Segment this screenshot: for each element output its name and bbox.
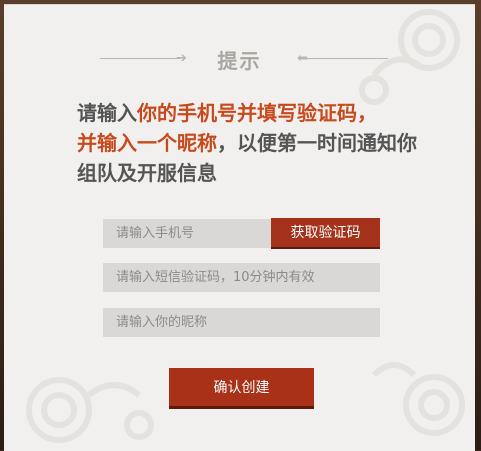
phone-input[interactable]: 请输入手机号 <box>103 219 271 248</box>
message-highlight: 并输入一个昵称 <box>77 131 217 155</box>
sms-code-input[interactable]: 请输入短信验证码，10分钟内有效 <box>103 263 380 292</box>
message-highlight: 你的手机号并填写验证码， <box>137 101 377 125</box>
dialog-header: ➔ 提示 ⬅ <box>4 47 475 73</box>
message-text: 请输入 <box>77 101 137 125</box>
prompt-dialog: ➔ 提示 ⬅ 请输入你的手机号并填写验证码， 并输入一个昵称，以便第一时间通知你组… <box>4 4 475 451</box>
nickname-input[interactable]: 请输入你的昵称 <box>103 308 380 337</box>
prompt-message: 请输入你的手机号并填写验证码， 并输入一个昵称，以便第一时间通知你组队及开服信息 <box>77 98 417 188</box>
get-code-button[interactable]: 获取验证码 <box>271 218 380 249</box>
cloud-ornament-icon <box>371 362 465 436</box>
dialog-title: 提示 <box>217 49 262 73</box>
cloud-ornament-icon <box>26 377 154 443</box>
confirm-create-button[interactable]: 确认创建 <box>169 368 314 409</box>
title-arrow-left-icon: ⬅ <box>297 51 308 66</box>
title-divider-right <box>306 58 388 59</box>
